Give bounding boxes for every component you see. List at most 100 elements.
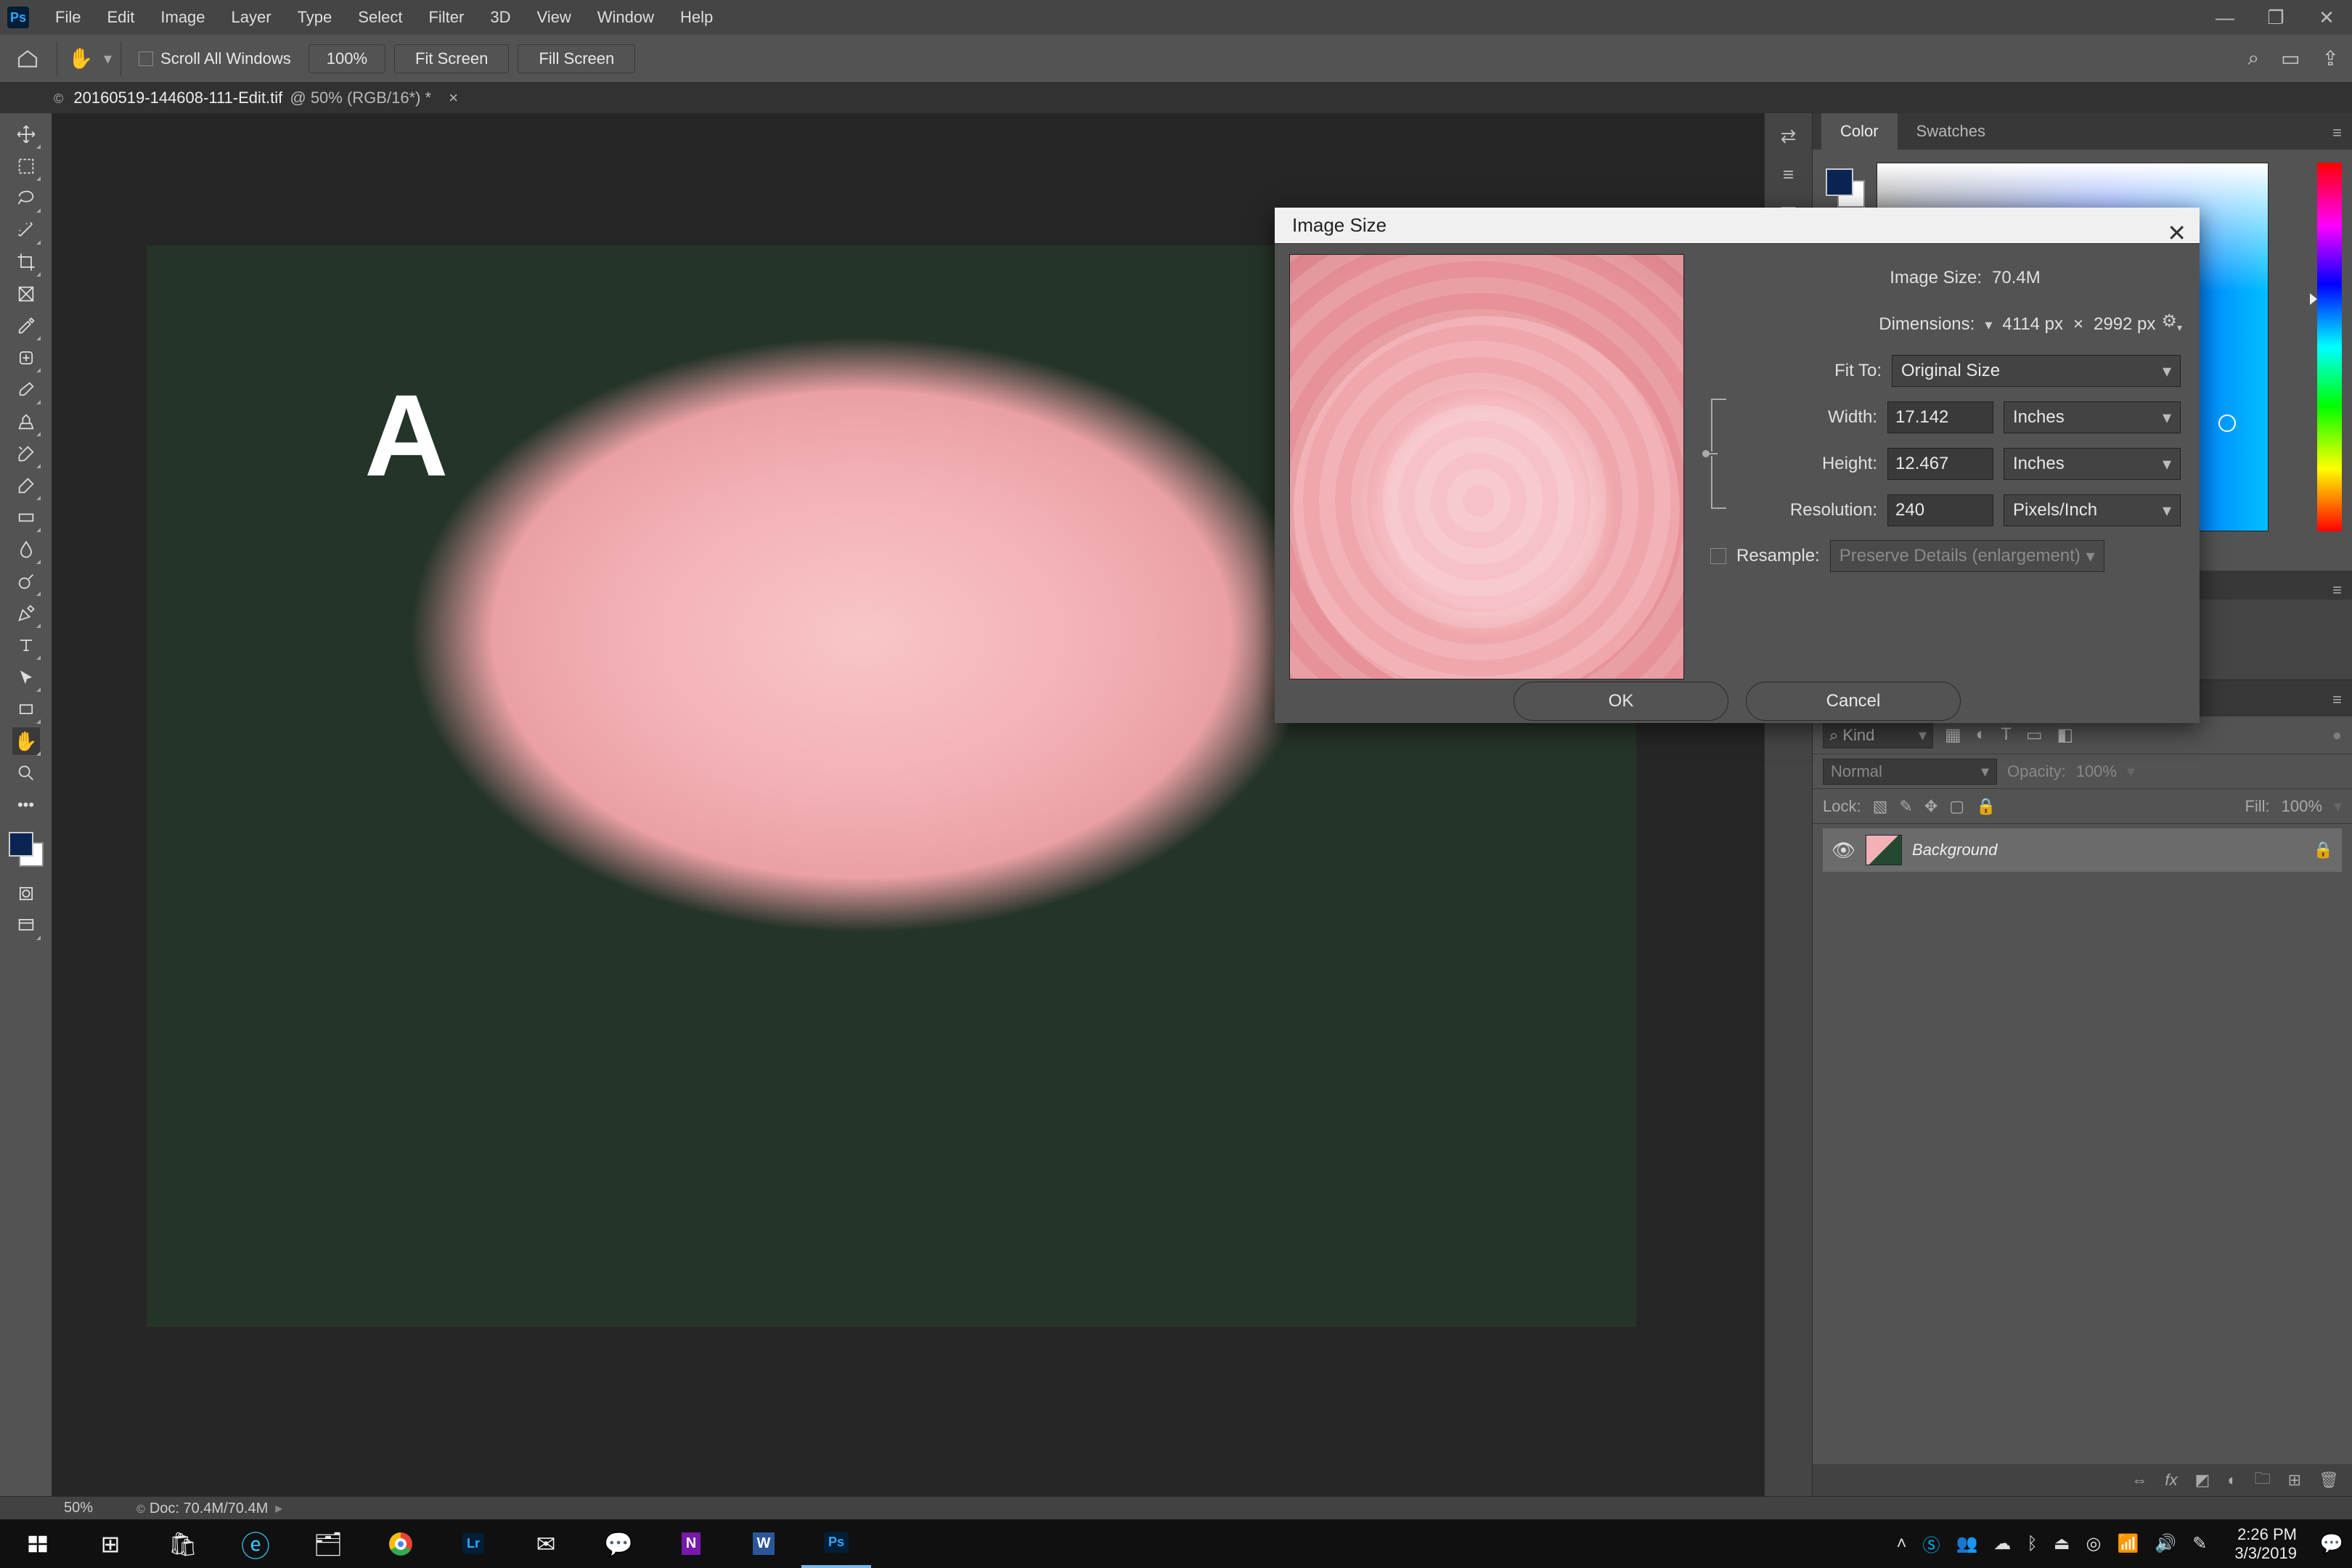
marquee-tool-icon[interactable]: [12, 152, 40, 180]
tab-swatches[interactable]: Swatches: [1898, 113, 2004, 150]
filter-pixel-icon[interactable]: ▦: [1945, 724, 1961, 746]
type-tool-icon[interactable]: [12, 632, 40, 659]
brush-tool-icon[interactable]: [12, 376, 40, 404]
fit-screen-button[interactable]: Fit Screen: [394, 44, 509, 73]
width-unit-select[interactable]: Inches▾: [2004, 401, 2181, 433]
hand-tool-icon[interactable]: ✋: [66, 46, 95, 70]
mid-panel-menu-icon[interactable]: ≡: [2332, 581, 2342, 600]
tray-bluetooth-icon[interactable]: ᛒ: [2027, 1534, 2037, 1554]
dialog-close-icon[interactable]: ✕: [2167, 219, 2186, 247]
share-icon[interactable]: ⇪: [2322, 46, 2339, 70]
new-layer-icon[interactable]: ⊞: [2288, 1471, 2301, 1490]
pen-tool-icon[interactable]: [12, 600, 40, 627]
layers-menu-icon[interactable]: ≡: [2332, 690, 2342, 709]
opacity-value[interactable]: 100%: [2076, 762, 2117, 781]
height-unit-select[interactable]: Inches▾: [2004, 448, 2181, 480]
menu-3d[interactable]: 3D: [477, 8, 523, 27]
workspace-icon[interactable]: ▭: [2281, 46, 2300, 70]
lightroom-icon[interactable]: Lr: [438, 1519, 508, 1568]
zoom-100-button[interactable]: 100%: [309, 44, 385, 73]
menu-type[interactable]: Type: [285, 8, 346, 27]
resolution-unit-select[interactable]: Pixels/Inch▾: [2004, 494, 2181, 526]
menu-layer[interactable]: Layer: [219, 8, 285, 27]
resample-checkbox[interactable]: [1710, 548, 1726, 564]
filter-toggle[interactable]: ●: [2332, 726, 2342, 745]
tray-up-icon[interactable]: ˄: [1897, 1534, 1907, 1554]
layer-name[interactable]: Background: [1912, 841, 1997, 859]
tray-volume-icon[interactable]: 🔊: [2155, 1533, 2176, 1554]
layer-lock-icon[interactable]: 🔒: [2314, 841, 2333, 859]
search-icon[interactable]: ⌕: [2247, 46, 2259, 70]
color-picker-cursor[interactable]: [2218, 415, 2236, 432]
eraser-tool-icon[interactable]: [12, 472, 40, 499]
chat-icon[interactable]: 💬: [584, 1519, 653, 1568]
menu-view[interactable]: View: [523, 8, 584, 27]
menu-filter[interactable]: Filter: [415, 8, 477, 27]
delete-layer-icon[interactable]: 🗑: [2319, 1471, 2339, 1490]
lock-artboard-icon[interactable]: ▢: [1949, 797, 1964, 816]
ok-button[interactable]: OK: [1514, 682, 1728, 721]
mail-icon[interactable]: ✉: [511, 1519, 581, 1568]
adjustment-layer-icon[interactable]: ◐: [2227, 1471, 2237, 1490]
hue-slider[interactable]: [2317, 163, 2342, 531]
color-fgbg-swatch[interactable]: [1826, 168, 1865, 208]
store-icon[interactable]: 🛍: [148, 1519, 218, 1568]
menu-file[interactable]: File: [42, 8, 94, 27]
lasso-tool-icon[interactable]: [12, 184, 40, 212]
dimensions-caret[interactable]: ▾: [1985, 316, 1992, 334]
explorer-icon[interactable]: 🗂: [293, 1519, 363, 1568]
gradient-tool-icon[interactable]: [12, 504, 40, 531]
blend-mode-select[interactable]: Normal▾: [1823, 759, 1997, 785]
fill-screen-button[interactable]: Fill Screen: [518, 44, 635, 73]
rectangle-tool-icon[interactable]: [12, 695, 40, 723]
panel-menu-icon[interactable]: ≡: [2332, 123, 2342, 142]
window-minimize-icon[interactable]: —: [2200, 0, 2250, 35]
constrain-proportions-icon[interactable]: [1702, 396, 1734, 511]
dodge-tool-icon[interactable]: [12, 568, 40, 595]
filter-type-icon[interactable]: T: [2001, 724, 2012, 746]
menu-select[interactable]: Select: [345, 8, 415, 27]
tray-usb-icon[interactable]: ⏏: [2054, 1533, 2070, 1554]
layer-row-background[interactable]: 👁 Background 🔒: [1823, 828, 2342, 872]
healing-brush-tool-icon[interactable]: [12, 344, 40, 372]
tab-color[interactable]: Color: [1821, 113, 1898, 150]
lock-all-icon[interactable]: 🔒: [1976, 797, 1996, 816]
notification-center-icon[interactable]: 💬: [2311, 1532, 2352, 1555]
scroll-all-windows-checkbox[interactable]: Scroll All Windows: [130, 49, 300, 68]
blur-tool-icon[interactable]: [12, 536, 40, 563]
tab-close-icon[interactable]: ×: [449, 89, 458, 107]
fit-to-select[interactable]: Original Size▾: [1892, 355, 2181, 387]
path-selection-tool-icon[interactable]: [12, 663, 40, 691]
panel-icon-2[interactable]: ≡: [1783, 163, 1794, 186]
fill-value[interactable]: 100%: [2282, 797, 2322, 816]
quick-mask-icon[interactable]: [12, 880, 40, 907]
menu-image[interactable]: Image: [147, 8, 218, 27]
frame-tool-icon[interactable]: [12, 280, 40, 308]
move-tool-icon[interactable]: [12, 121, 40, 148]
lock-pixels-icon[interactable]: ✎: [1899, 797, 1912, 816]
status-doc-info[interactable]: Doc: 70.4M/70.4M: [150, 1500, 268, 1516]
filter-smart-icon[interactable]: ◧: [2057, 724, 2074, 746]
zoom-tool-icon[interactable]: [12, 759, 40, 787]
foreground-background-swatch[interactable]: [9, 832, 44, 867]
home-icon[interactable]: [7, 43, 48, 75]
window-close-icon[interactable]: ✕: [2301, 0, 2352, 35]
resolution-input[interactable]: 240: [1887, 494, 1993, 526]
tray-pen-icon[interactable]: ✎: [2192, 1533, 2207, 1554]
edge-icon[interactable]: ⓔ: [221, 1519, 290, 1568]
tray-onedrive-icon[interactable]: ☁: [1993, 1533, 2011, 1554]
menu-help[interactable]: Help: [667, 8, 726, 27]
height-input[interactable]: 12.467: [1887, 448, 1993, 480]
word-icon[interactable]: W: [729, 1519, 799, 1568]
screen-mode-icon[interactable]: [12, 912, 40, 939]
layer-fx-icon[interactable]: fx: [2165, 1471, 2177, 1490]
task-view-icon[interactable]: ⊞: [75, 1519, 145, 1568]
menu-edit[interactable]: Edit: [94, 8, 147, 27]
lock-position-icon[interactable]: ✥: [1924, 797, 1937, 816]
eyedropper-tool-icon[interactable]: [12, 312, 40, 340]
status-zoom[interactable]: 50%: [64, 1500, 93, 1516]
layer-thumbnail[interactable]: [1866, 835, 1902, 865]
crop-tool-icon[interactable]: [12, 248, 40, 276]
clone-stamp-tool-icon[interactable]: [12, 408, 40, 436]
window-restore-icon[interactable]: ❐: [2250, 0, 2301, 35]
